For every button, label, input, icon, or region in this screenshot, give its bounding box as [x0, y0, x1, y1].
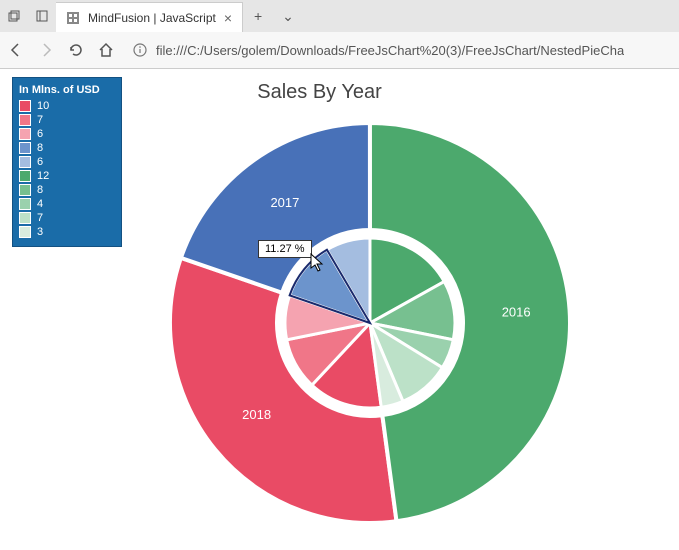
legend-item[interactable]: 8 — [19, 184, 115, 196]
legend: In Mlns. of USD 10 7 6 8 6 12 8 4 7 3 — [12, 77, 122, 247]
url-text: file:///C:/Users/golem/Downloads/FreeJsC… — [156, 43, 624, 58]
legend-item[interactable]: 7 — [19, 212, 115, 224]
legend-label: 4 — [37, 198, 43, 210]
legend-item[interactable]: 4 — [19, 198, 115, 210]
new-tab-button[interactable]: + — [243, 8, 273, 24]
legend-label: 10 — [37, 100, 49, 112]
browser-tab[interactable]: MindFusion | JavaScript × — [56, 2, 243, 32]
info-icon[interactable] — [132, 42, 148, 58]
legend-item[interactable]: 6 — [19, 156, 115, 168]
legend-item[interactable]: 10 — [19, 100, 115, 112]
legend-swatch — [19, 142, 31, 154]
legend-label: 3 — [37, 226, 43, 238]
home-button[interactable] — [98, 42, 114, 58]
browser-chrome: MindFusion | JavaScript × + ⌄ file:///C:… — [0, 0, 679, 69]
legend-swatch — [19, 156, 31, 168]
legend-title: In Mlns. of USD — [19, 84, 115, 96]
legend-label: 6 — [37, 128, 43, 140]
tab-strip: MindFusion | JavaScript × + ⌄ — [0, 0, 679, 32]
tab-more-button[interactable]: ⌄ — [273, 8, 303, 25]
window-recent-icon[interactable] — [0, 0, 28, 32]
window-aside-icon[interactable] — [28, 0, 56, 32]
legend-label: 12 — [37, 170, 49, 182]
legend-swatch — [19, 226, 31, 238]
tab-title: MindFusion | JavaScript — [88, 11, 216, 25]
legend-swatch — [19, 114, 31, 126]
legend-item[interactable]: 7 — [19, 114, 115, 126]
legend-swatch — [19, 212, 31, 224]
close-tab-icon[interactable]: × — [224, 10, 232, 26]
legend-swatch — [19, 184, 31, 196]
slice-label: 2018 — [242, 407, 271, 422]
refresh-button[interactable] — [68, 42, 84, 58]
forward-button — [38, 42, 54, 58]
url-bar[interactable]: file:///C:/Users/golem/Downloads/FreeJsC… — [128, 42, 671, 58]
legend-item[interactable]: 3 — [19, 226, 115, 238]
tooltip: 11.27 % — [258, 240, 312, 258]
legend-label: 7 — [37, 212, 43, 224]
legend-label: 6 — [37, 156, 43, 168]
legend-item[interactable]: 8 — [19, 142, 115, 154]
tooltip-text: 11.27 % — [265, 243, 305, 255]
legend-swatch — [19, 100, 31, 112]
page-content: In Mlns. of USD 107686128473 Sales By Ye… — [0, 69, 679, 550]
back-button[interactable] — [8, 42, 24, 58]
favicon-icon — [66, 11, 80, 25]
nav-bar: file:///C:/Users/golem/Downloads/FreeJsC… — [0, 32, 679, 68]
nested-pie-chart[interactable]: 2018 2017 2016 — [155, 108, 585, 538]
legend-label: 8 — [37, 184, 43, 196]
legend-item[interactable]: 6 — [19, 128, 115, 140]
legend-label: 8 — [37, 142, 43, 154]
slice-label: 2017 — [270, 195, 299, 210]
slice-label: 2016 — [501, 305, 530, 320]
legend-item[interactable]: 12 — [19, 170, 115, 182]
legend-swatch — [19, 170, 31, 182]
legend-label: 7 — [37, 114, 43, 126]
legend-swatch — [19, 128, 31, 140]
legend-swatch — [19, 198, 31, 210]
